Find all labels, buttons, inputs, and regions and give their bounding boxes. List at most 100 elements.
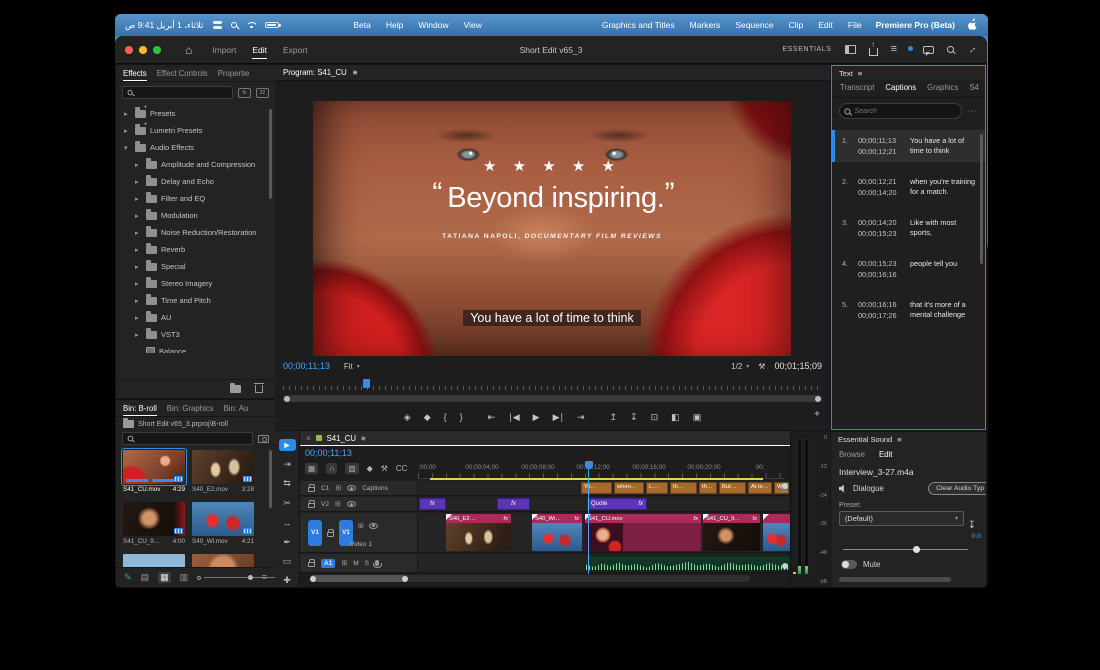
menu-item[interactable]: Edit xyxy=(818,20,833,30)
effects-search-box[interactable] xyxy=(122,86,233,99)
delete-icon[interactable] xyxy=(254,383,264,393)
timeline-timecode[interactable]: 00;00;11;13 xyxy=(305,448,352,458)
caption-text[interactable]: people tell you xyxy=(910,259,977,279)
caption-text[interactable]: Like with most sports, xyxy=(910,218,977,238)
graphic-clip[interactable]: fx xyxy=(419,498,446,510)
mute-toggle[interactable] xyxy=(841,560,857,569)
S40_E2.mov[interactable]: S40_E2.mov 3:28 xyxy=(192,450,254,493)
monitor-mini-timeline[interactable] xyxy=(283,379,822,390)
effects-tree-item[interactable]: ▸ Reverb xyxy=(116,241,267,258)
caption-end-timecode[interactable]: 00;00;14;20 xyxy=(858,188,905,197)
clip-volume-value[interactable]: 0.0 xyxy=(972,533,981,540)
32bit-effects-badge[interactable]: 32 xyxy=(256,87,269,98)
video-clip[interactable]: S41_CU_9… fx xyxy=(703,514,760,551)
essential-sound-scrollbar[interactable] xyxy=(839,577,951,582)
play-button[interactable]: ▶ xyxy=(533,412,540,422)
close-sequence-icon[interactable]: × xyxy=(306,434,311,443)
track-sync-icon[interactable]: ⊞ xyxy=(341,559,347,567)
caption-row[interactable]: 3. 00;00;14;20 00;00;15;23 Like with most… xyxy=(832,212,985,244)
caption-start-timecode[interactable]: 00;00;16;16 xyxy=(858,300,905,309)
twirl-icon[interactable]: ▸ xyxy=(135,314,142,322)
effects-tree-item[interactable]: ▸ Special xyxy=(116,258,267,275)
panel-tab[interactable]: Bin: Graphics xyxy=(167,402,214,415)
audio-clip[interactable] xyxy=(585,555,790,571)
lift-button[interactable]: ↥ xyxy=(610,412,618,422)
effects-search-input[interactable] xyxy=(137,89,228,96)
workspace-mode-tab[interactable]: Edit xyxy=(252,42,267,59)
twirl-icon[interactable]: ▸ xyxy=(124,127,131,135)
lock-icon[interactable] xyxy=(308,484,316,492)
bin-scrollbar[interactable] xyxy=(269,450,272,508)
playback-resolution-dropdown[interactable]: 1/2 ▾ xyxy=(731,362,749,371)
effects-tree-item[interactable]: ▸ Filter and EQ xyxy=(116,190,267,207)
apple-logo-icon[interactable] xyxy=(967,18,978,33)
clip-thumbnail[interactable] xyxy=(123,554,185,567)
caption-row[interactable]: 4. 00;00;15;23 00;00;16;16 people tell yo… xyxy=(832,253,985,285)
caption-row[interactable]: 1. 00;00;11;13 00;00;12;21 You have a lot… xyxy=(832,130,985,162)
twirl-icon[interactable]: ▸ xyxy=(135,331,142,339)
text-panel-tab[interactable]: Captions xyxy=(885,83,916,92)
insert-nest-toggle[interactable]: ▦ xyxy=(305,463,319,474)
preset-dropdown[interactable]: (Default) ▾ xyxy=(839,511,964,526)
menu-item[interactable]: Clip xyxy=(789,20,804,30)
caption-start-timecode[interactable]: 00;00;14;20 xyxy=(858,218,905,227)
effects-tree-item[interactable]: ▸ Time and Pitch xyxy=(116,292,267,309)
effects-tree-item[interactable]: ▸ Presets xyxy=(116,105,267,122)
source-v1-indicator[interactable]: V1 xyxy=(308,519,322,546)
twirl-icon[interactable]: ▸ xyxy=(135,229,142,237)
close-window-button[interactable] xyxy=(125,45,133,54)
edit-pencil-icon[interactable]: ✎ xyxy=(124,572,132,583)
effects-tree-item[interactable]: ▸ AU xyxy=(116,309,267,326)
multicam-button[interactable]: ▣ xyxy=(693,412,702,422)
caption-clip[interactable]: Yo… xyxy=(581,482,612,494)
graphic-clip[interactable]: fx xyxy=(497,498,530,510)
new-bin-icon[interactable] xyxy=(230,382,241,393)
clip-thumbnail[interactable] xyxy=(192,554,254,567)
effects-tree-item[interactable]: ▸ Modulation xyxy=(116,207,267,224)
effects-tree-item[interactable]: ▸ Delay and Echo xyxy=(116,173,267,190)
zoom-level-dropdown[interactable]: Fit ▾ xyxy=(344,362,360,371)
panel-tab[interactable]: Propertie xyxy=(218,67,250,80)
caption-start-timecode[interactable]: 00;00;11;13 xyxy=(858,136,905,145)
bin-clip-item[interactable] xyxy=(192,554,254,567)
panel-menu-icon[interactable]: ≡ xyxy=(361,434,366,443)
effects-scrollbar[interactable] xyxy=(269,109,272,199)
panel-menu-icon[interactable]: ≡ xyxy=(858,69,862,78)
text-panel-tab[interactable]: Transcript xyxy=(840,83,874,92)
track-sync-icon[interactable]: ⊞ xyxy=(335,500,341,508)
program-monitor-tab[interactable]: Program: S41_CU xyxy=(283,68,347,77)
hand-tool[interactable]: ✚ xyxy=(279,575,296,587)
S40_Wl.mov[interactable]: S40_Wl.mov 4:21 xyxy=(192,502,254,545)
panel-tab[interactable]: Bin: Au xyxy=(224,402,249,415)
video-clip[interactable]: S41_CU.mov fx xyxy=(585,514,701,551)
toggle-track-output-icon[interactable] xyxy=(347,485,357,491)
twirl-icon[interactable]: ▸ xyxy=(124,110,131,118)
clip-thumbnail[interactable] xyxy=(121,448,187,486)
caption-clip[interactable]: But… xyxy=(719,482,746,494)
accelerated-effects-badge[interactable]: fx xyxy=(238,87,251,98)
menu-item[interactable]: View xyxy=(464,20,482,30)
selection-tool[interactable]: ► xyxy=(278,439,296,452)
captions-track-id[interactable]: C1 xyxy=(321,485,329,492)
twirl-icon[interactable]: ▸ xyxy=(135,297,142,305)
home-icon[interactable]: ⌂ xyxy=(185,43,192,57)
workspaces-label[interactable]: ESSENTIALS xyxy=(782,46,831,53)
caption-clip[interactable]: L… xyxy=(646,482,668,494)
bin-search-input[interactable] xyxy=(137,435,248,442)
wifi-icon[interactable] xyxy=(246,21,256,29)
go-to-out-button[interactable]: ⇥ xyxy=(577,412,585,422)
monitor-settings-wrench-icon[interactable]: ⚒ xyxy=(758,362,765,371)
twirl-icon[interactable]: ▸ xyxy=(135,178,142,186)
workspace-mode-tab[interactable]: Import xyxy=(212,42,236,58)
timeline-vertical-scrollbar[interactable] xyxy=(782,483,788,569)
caption-end-timecode[interactable]: 00;00;17;26 xyxy=(858,311,905,320)
export-frame-button[interactable]: ⊡ xyxy=(651,412,659,422)
essential-sound-tab[interactable]: Edit xyxy=(879,450,892,459)
v2-track-id[interactable]: V2 xyxy=(321,501,329,508)
panel-tab[interactable]: Effect Controls xyxy=(157,67,208,80)
S41_CU_9…[interactable]: S41_CU_9… 4:00 xyxy=(123,502,185,545)
twirl-icon[interactable]: ▸ xyxy=(135,195,142,203)
effects-tree-item[interactable]: Balance xyxy=(116,343,267,353)
quick-export-icon[interactable] xyxy=(868,40,878,56)
razor-tool[interactable]: ✂ xyxy=(279,497,296,509)
